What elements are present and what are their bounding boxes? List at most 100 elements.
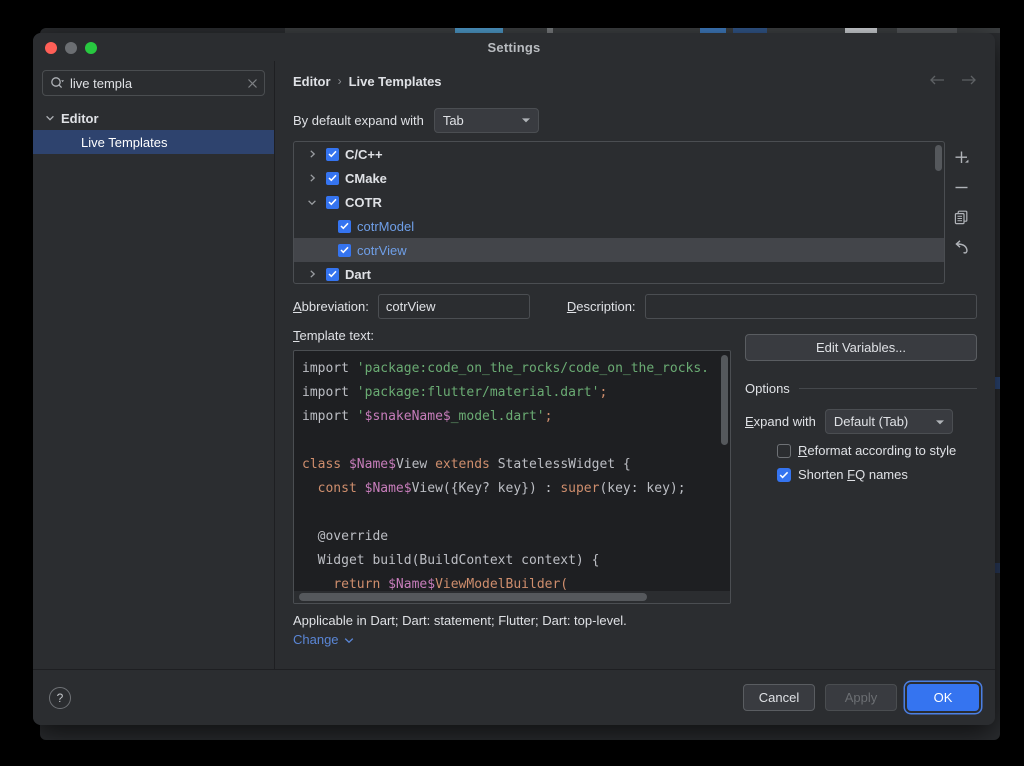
- chevron-down-icon: [935, 418, 948, 426]
- default-expand-value: Tab: [442, 112, 464, 128]
- expand-with-row: Expand with Default (Tab): [745, 409, 977, 434]
- edit-variables-button[interactable]: Edit Variables...: [745, 334, 977, 361]
- template-text-label: Template text:: [293, 328, 374, 343]
- settings-sidebar: live templa Editor Live Templates: [33, 61, 275, 669]
- shorten-fq-checkbox-label: Shorten FQ names: [798, 467, 908, 482]
- default-expand-row: By default expand with Tab: [293, 101, 977, 139]
- template-tree[interactable]: C/C++ CMake COTR cotrModel cotrView Dart: [293, 141, 945, 284]
- chevron-right-icon[interactable]: [304, 149, 320, 159]
- sidebar-item-editor[interactable]: Editor: [33, 106, 274, 130]
- clear-search-icon[interactable]: [247, 78, 258, 89]
- abbreviation-row: Abbreviation: cotrView Description:: [293, 284, 977, 328]
- template-text-editor[interactable]: import 'package:code_on_the_rocks/code_o…: [293, 350, 731, 604]
- search-icon: [50, 76, 65, 90]
- options-section-header: Options: [745, 381, 977, 396]
- help-button[interactable]: ?: [49, 686, 71, 709]
- default-expand-label: By default expand with: [293, 112, 424, 128]
- window-controls[interactable]: [45, 42, 97, 54]
- chevron-down-icon[interactable]: [43, 113, 57, 123]
- template-group-row-dart[interactable]: Dart: [294, 262, 944, 283]
- dialog-titlebar: Settings: [33, 33, 995, 61]
- applicable-context-text: Applicable in Dart; Dart: statement; Flu…: [293, 613, 627, 628]
- template-row-cotrview[interactable]: cotrView: [294, 238, 944, 262]
- template-group-label: C/C++: [345, 146, 383, 162]
- settings-search-box[interactable]: live templa: [42, 70, 265, 96]
- change-context-label: Change: [293, 632, 339, 647]
- add-template-button[interactable]: [950, 147, 972, 167]
- code-line: import '$snakeName$_model.dart';: [302, 409, 553, 424]
- reformat-checkbox-row[interactable]: Reformat according to style: [745, 443, 977, 458]
- code-line: const $Name$View({Key? key}) : super(key…: [317, 481, 686, 496]
- shorten-fq-checkbox-row[interactable]: Shorten FQ names: [745, 467, 977, 482]
- abbreviation-input[interactable]: cotrView: [377, 293, 530, 319]
- template-checkbox[interactable]: [338, 219, 351, 233]
- template-tree-toolbar: [945, 141, 977, 284]
- close-window-button[interactable]: [45, 42, 57, 54]
- template-group-checkbox[interactable]: [326, 171, 339, 185]
- apply-button: Apply: [825, 684, 897, 711]
- expand-with-select[interactable]: Default (Tab): [824, 409, 953, 434]
- template-group-checkbox[interactable]: [326, 267, 339, 281]
- description-input[interactable]: [644, 293, 977, 319]
- template-group-label: Dart: [345, 266, 372, 282]
- template-group-label: CMake: [345, 170, 387, 186]
- breadcrumb-navigation: [929, 74, 977, 89]
- chevron-down-icon: [344, 632, 354, 647]
- sidebar-item-editor-label: Editor: [61, 110, 99, 126]
- template-checkbox[interactable]: [338, 243, 351, 257]
- template-tree-panel: C/C++ CMake COTR cotrModel cotrView Dart: [293, 141, 977, 284]
- ok-button[interactable]: OK: [907, 684, 979, 711]
- template-row-label: cotrModel: [357, 218, 415, 234]
- template-text-column: Template text: import 'package:code_on_t…: [293, 328, 731, 669]
- breadcrumb-item-editor[interactable]: Editor: [293, 74, 331, 89]
- chevron-right-icon[interactable]: [304, 173, 320, 183]
- template-tree-scrollbar[interactable]: [935, 145, 942, 171]
- template-group-row[interactable]: CMake: [294, 166, 944, 190]
- maximize-window-button[interactable]: [85, 42, 97, 54]
- code-line: @override: [302, 529, 389, 544]
- template-group-row-cotr[interactable]: COTR: [294, 190, 944, 214]
- expand-with-label: Expand with: [745, 414, 816, 429]
- section-divider: [798, 388, 977, 389]
- reformat-checkbox[interactable]: [777, 443, 791, 458]
- remove-template-button[interactable]: [950, 177, 972, 197]
- template-group-checkbox[interactable]: [326, 195, 339, 209]
- expand-with-value: Default (Tab): [833, 414, 909, 429]
- editor-vertical-scrollbar[interactable]: [721, 355, 728, 445]
- arrow-right-icon[interactable]: [960, 74, 977, 89]
- code-line: class $Name$View extends StatelessWidget…: [302, 457, 631, 472]
- duplicate-template-button[interactable]: [950, 207, 972, 227]
- chevron-down-icon[interactable]: [304, 198, 320, 207]
- template-row-cotrmodel[interactable]: cotrModel: [294, 214, 944, 238]
- template-group-checkbox[interactable]: [326, 147, 339, 161]
- editor-horizontal-scrollbar[interactable]: [299, 593, 647, 601]
- template-group-row[interactable]: C/C++: [294, 142, 944, 166]
- default-expand-select[interactable]: Tab: [433, 107, 539, 133]
- abbreviation-label: Abbreviation:: [293, 298, 369, 314]
- settings-dialog: Settings live templa Editor Live Templat…: [33, 33, 995, 725]
- template-group-label: COTR: [345, 194, 382, 210]
- change-context-link[interactable]: Change: [293, 632, 731, 647]
- description-label: Description:: [566, 298, 636, 314]
- revert-template-button[interactable]: [950, 237, 972, 257]
- sidebar-item-live-templates[interactable]: Live Templates: [33, 130, 274, 154]
- chevron-down-icon: [521, 116, 534, 124]
- search-input[interactable]: live templa: [70, 76, 242, 91]
- editor-horizontal-scrollbar-track[interactable]: [294, 591, 730, 603]
- settings-content: Editor › Live Templates By default expan…: [275, 61, 995, 669]
- sidebar-item-live-templates-label: Live Templates: [81, 134, 168, 150]
- search-container: live templa: [33, 70, 274, 106]
- arrow-left-icon[interactable]: [929, 74, 946, 89]
- breadcrumb: Editor › Live Templates: [293, 61, 977, 101]
- dialog-footer: ? Cancel Apply OK: [33, 669, 995, 725]
- minimize-window-button[interactable]: [65, 42, 77, 54]
- options-column: Edit Variables... Options Expand with De…: [745, 328, 977, 669]
- shorten-fq-checkbox[interactable]: [777, 467, 791, 482]
- template-editor-area: Template text: import 'package:code_on_t…: [293, 328, 977, 669]
- cancel-button[interactable]: Cancel: [743, 684, 815, 711]
- reformat-checkbox-label: Reformat according to style: [798, 443, 957, 458]
- chevron-right-icon[interactable]: [304, 269, 320, 279]
- window-title: Settings: [487, 39, 541, 55]
- dialog-body: live templa Editor Live Templates Editor…: [33, 61, 995, 669]
